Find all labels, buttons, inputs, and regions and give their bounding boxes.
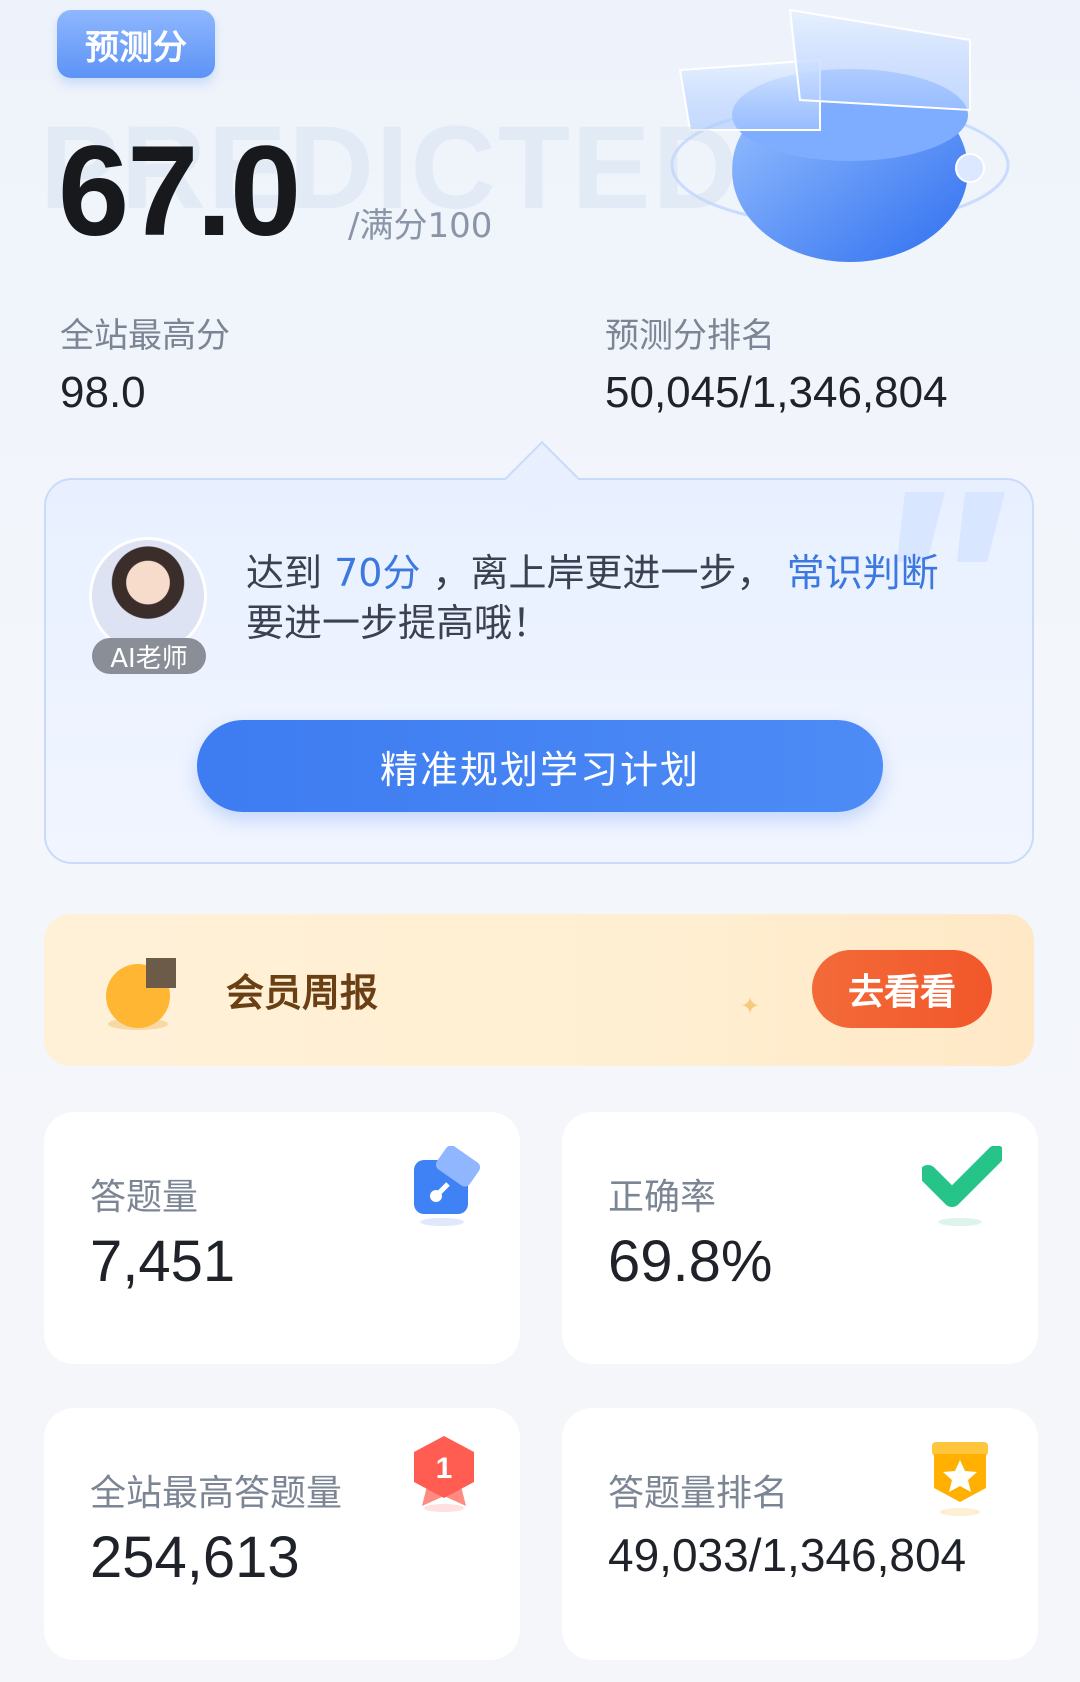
score-suffix: /满分100 [348,206,493,246]
site-most-label: 全站最高答题量 [90,1473,343,1514]
predicted-score-tag: 预测分 [57,10,215,78]
study-plan-button[interactable]: 精准规划学习计划 [197,720,883,812]
rank-value: 50,045/1,346,804 [605,368,948,417]
target-score: 70分 [334,551,421,595]
svg-text:1: 1 [436,1452,453,1485]
accuracy-value: 69.8% [608,1229,773,1294]
ai-advice-text: 达到 70分 ，离上岸更进一步， 常识判断 要进一步提高哦！ [246,548,986,648]
view-weekly-button[interactable]: 去看看 [812,950,992,1028]
predicted-score: 67.0 [58,120,301,263]
medal-icon: 1 [414,1436,474,1512]
accuracy-label: 正确率 [608,1177,717,1218]
answered-rank-label: 答题量排名 [608,1473,789,1514]
rank-label: 预测分排名 [605,316,775,356]
site-high-label: 全站最高分 [60,316,230,356]
site-most-value: 254,613 [90,1525,300,1590]
member-weekly-label: 会员周报 [226,971,379,1015]
ai-teacher-label: AI老师 [92,638,206,674]
advice-prefix: 达到 [246,551,335,595]
check-icon [922,1146,1002,1226]
advice-suffix: 要进一步提高哦！ [246,601,551,645]
sparkle-icon: ✦ [740,992,761,1020]
advice-mid: ，离上岸更进一步， [420,551,787,595]
answered-rank-value: 49,033/1,346,804 [608,1529,967,1581]
site-high-value: 98.0 [60,368,146,417]
star-badge-icon [932,1442,988,1516]
weak-subject: 常识判断 [786,551,939,595]
answered-value: 7,451 [90,1229,236,1294]
pie-report-icon [106,958,176,1030]
answered-label: 答题量 [90,1177,199,1218]
pencil-icon [414,1146,481,1226]
